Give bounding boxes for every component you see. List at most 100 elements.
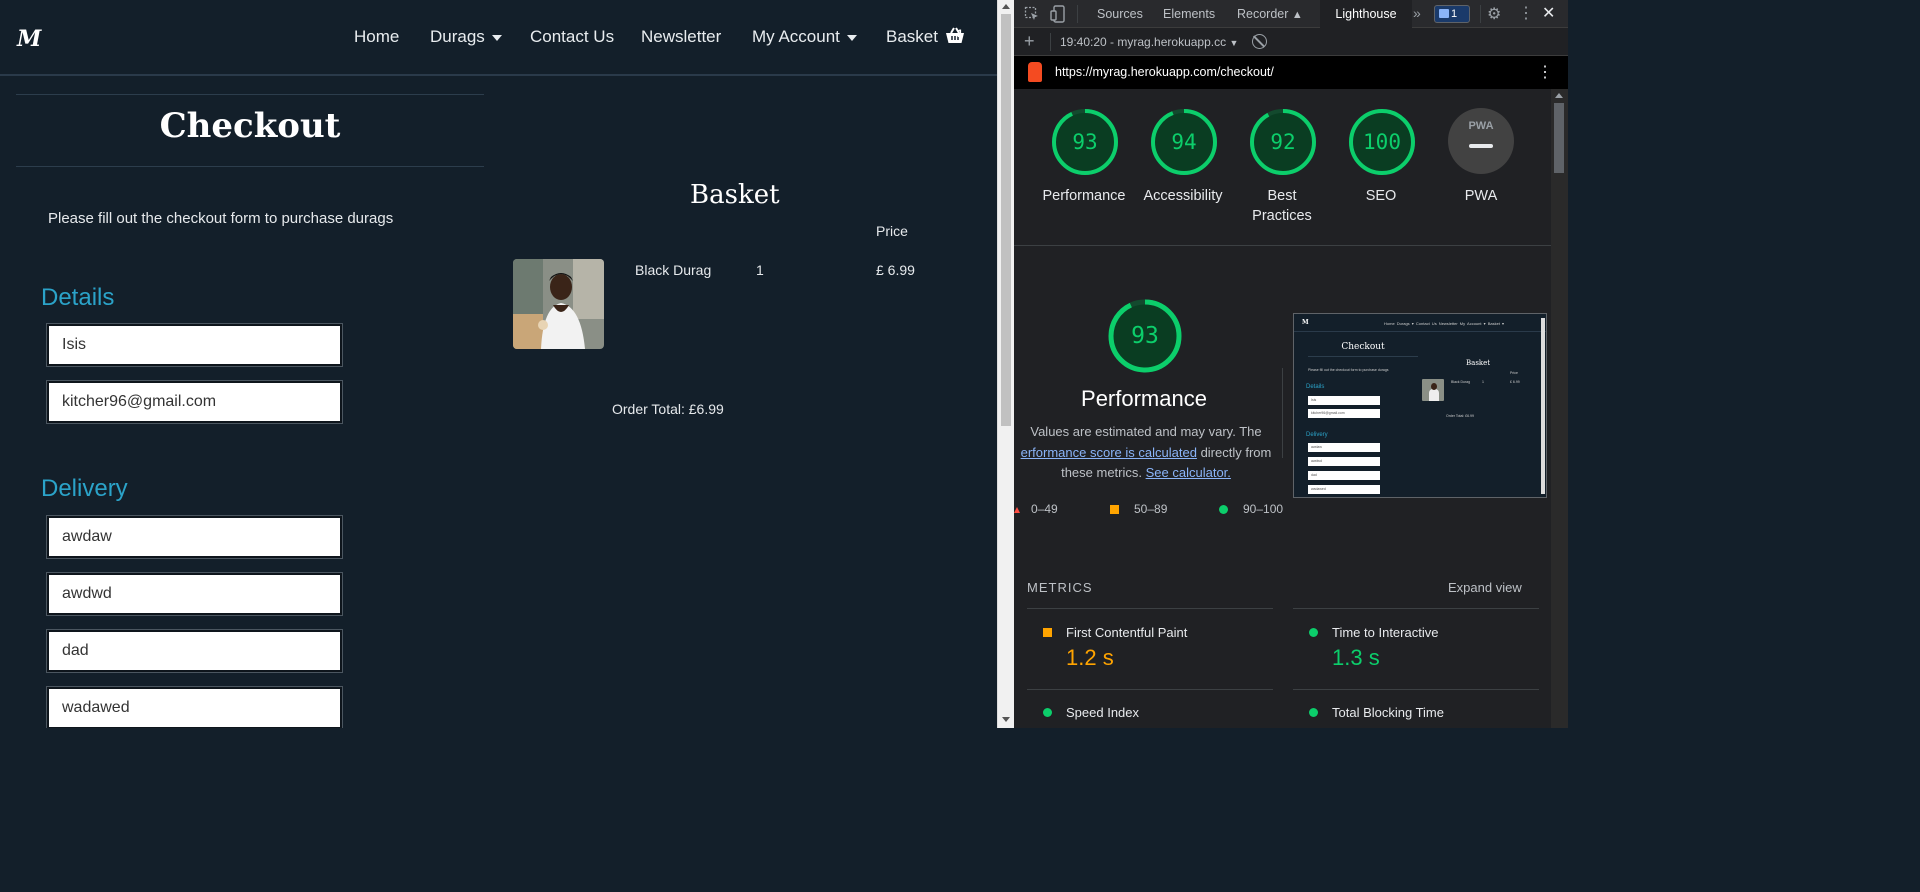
page-scrollbar[interactable] bbox=[997, 0, 1014, 728]
lighthouse-logo-icon bbox=[1028, 62, 1042, 82]
score-gauge[interactable]: 94 bbox=[1150, 108, 1218, 176]
gauge-score: 93 bbox=[1072, 130, 1098, 154]
thumbnail-field: Isis bbox=[1308, 396, 1380, 405]
divider bbox=[1293, 608, 1539, 609]
thumbnail-item-qty: 1 bbox=[1482, 380, 1484, 384]
gauge-label[interactable]: Performance bbox=[1034, 186, 1134, 206]
basket-item-qty: 1 bbox=[756, 262, 764, 278]
thumbnail-product-image bbox=[1422, 379, 1444, 401]
gauge-label[interactable]: Best Practices bbox=[1247, 186, 1317, 226]
tab-elements[interactable]: Elements bbox=[1163, 7, 1215, 21]
pass-circle-icon bbox=[1309, 708, 1318, 717]
delivery-heading: Delivery bbox=[41, 475, 128, 502]
delivery-field[interactable]: awdwd bbox=[47, 573, 342, 615]
nav-basket-label: Basket bbox=[886, 27, 938, 46]
message-icon bbox=[1439, 9, 1449, 18]
issues-count: 1 bbox=[1451, 8, 1458, 20]
thumbnail-title: Checkout bbox=[1341, 342, 1385, 352]
final-screenshot-thumbnail[interactable]: M Home Durags ▾ Contact Us Newsletter My… bbox=[1293, 313, 1547, 498]
legend-fail: 0–49 bbox=[1031, 502, 1058, 516]
nav-home[interactable]: Home bbox=[354, 27, 399, 47]
site-logo[interactable]: M bbox=[17, 26, 41, 52]
order-total: Order Total: £6.99 bbox=[612, 401, 724, 417]
thumbnail-navbar: M Home Durags ▾ Contact Us Newsletter My… bbox=[1294, 314, 1546, 332]
divider bbox=[16, 94, 484, 95]
more-tabs-icon[interactable]: » bbox=[1413, 5, 1421, 21]
thumbnail-basket-heading: Basket bbox=[1466, 359, 1491, 367]
report-menu-icon[interactable]: ⋮ bbox=[1537, 62, 1553, 82]
metric-name-fcp: First Contentful Paint bbox=[1066, 625, 1188, 640]
metric-name-speed-index: Speed Index bbox=[1066, 705, 1140, 720]
delivery-field[interactable]: awdaw bbox=[47, 516, 342, 558]
nav-durags-dropdown[interactable]: Durags bbox=[430, 27, 502, 47]
thumbnail-delivery-heading: Delivery bbox=[1306, 432, 1328, 438]
scrollbar-thumb[interactable] bbox=[1001, 14, 1011, 426]
scrollbar-thumb[interactable] bbox=[1554, 103, 1564, 173]
nav-contact[interactable]: Contact Us bbox=[530, 27, 614, 47]
calculator-link[interactable]: See calculator. bbox=[1146, 465, 1231, 480]
dash-icon bbox=[1469, 144, 1493, 148]
gauge-score: 94 bbox=[1171, 130, 1197, 154]
email-field[interactable]: kitcher96@gmail.com bbox=[47, 381, 342, 423]
report-scrollbar[interactable] bbox=[1551, 89, 1568, 728]
divider bbox=[1282, 368, 1283, 458]
report-url: https://myrag.herokuapp.com/checkout/ bbox=[1055, 65, 1274, 79]
performance-title: Performance bbox=[1081, 386, 1207, 411]
gauge-label[interactable]: Accessibility bbox=[1133, 186, 1233, 206]
scroll-down-arrow-icon[interactable] bbox=[1002, 717, 1010, 722]
legend-average: 50–89 bbox=[1134, 502, 1168, 516]
divider bbox=[1077, 5, 1078, 23]
full-name-field[interactable]: Isis bbox=[47, 324, 342, 366]
chevron-down-icon bbox=[491, 34, 502, 41]
scroll-up-arrow-icon[interactable] bbox=[1555, 93, 1563, 98]
thumbnail-nav-links: Home Durags ▾ Contact Us Newsletter My A… bbox=[1384, 321, 1505, 326]
nav-basket[interactable]: Basket bbox=[886, 27, 965, 47]
pass-circle-icon bbox=[1043, 708, 1052, 717]
divider bbox=[1293, 689, 1539, 690]
divider bbox=[1308, 356, 1418, 357]
report-select[interactable]: 19:40:20 - myrag.herokuapp.cc ▼ bbox=[1060, 35, 1238, 49]
thumbnail-price-header: Price bbox=[1510, 371, 1518, 375]
new-report-icon[interactable]: + bbox=[1024, 31, 1035, 52]
gauge-score: 100 bbox=[1363, 130, 1401, 154]
thumbnail-field: dad bbox=[1308, 471, 1380, 480]
score-gauge[interactable]: 100 bbox=[1348, 108, 1416, 176]
thumbnail-item-name: Black Durag bbox=[1451, 380, 1471, 384]
thumbnail-field: awdaw bbox=[1308, 443, 1380, 452]
issues-badge[interactable]: 1 bbox=[1434, 5, 1470, 23]
lighthouse-toolbar: + 19:40:20 - myrag.herokuapp.cc ▼ bbox=[1014, 28, 1568, 56]
delivery-field[interactable]: dad bbox=[47, 630, 342, 672]
nav-account-dropdown[interactable]: My Account bbox=[752, 27, 857, 47]
clear-icon[interactable] bbox=[1252, 34, 1267, 49]
kebab-menu-icon[interactable]: ⋮ bbox=[1518, 3, 1534, 23]
divider bbox=[16, 166, 484, 167]
thumbnail-field: kitcher96@gmail.com bbox=[1308, 409, 1380, 418]
devtools-panel: Sources Elements Recorder ▲ Lighthouse »… bbox=[1014, 0, 1568, 728]
metric-name-tti: Time to Interactive bbox=[1332, 625, 1439, 640]
expand-view-toggle[interactable]: Expand view bbox=[1448, 580, 1522, 595]
score-gauge[interactable]: 92 bbox=[1249, 108, 1317, 176]
navbar: M Home Durags Contact Us Newsletter My A… bbox=[0, 0, 997, 76]
basket-count-badge: 1 bbox=[957, 28, 964, 40]
pwa-badge-icon[interactable]: PWA bbox=[1448, 108, 1514, 174]
nav-newsletter[interactable]: Newsletter bbox=[641, 27, 721, 47]
pwa-label[interactable]: PWA bbox=[1431, 186, 1531, 206]
tab-recorder[interactable]: Recorder ▲ bbox=[1237, 7, 1303, 21]
tab-sources[interactable]: Sources bbox=[1097, 7, 1143, 21]
metric-value-tti: 1.3 s bbox=[1332, 645, 1380, 670]
tab-lighthouse[interactable]: Lighthouse bbox=[1320, 0, 1412, 28]
close-icon[interactable]: ✕ bbox=[1542, 3, 1555, 23]
gear-icon[interactable]: ⚙ bbox=[1487, 4, 1501, 24]
average-square-icon bbox=[1043, 628, 1052, 637]
metric-value-fcp: 1.2 s bbox=[1066, 645, 1114, 670]
score-gauge[interactable]: 93 bbox=[1051, 108, 1119, 176]
inspect-element-icon[interactable] bbox=[1024, 6, 1040, 22]
delivery-field[interactable]: wadawed bbox=[47, 687, 342, 728]
thumbnail-field: awdwd bbox=[1308, 457, 1380, 466]
device-toolbar-icon[interactable] bbox=[1050, 5, 1066, 23]
gauge-label[interactable]: SEO bbox=[1331, 186, 1431, 206]
scroll-up-arrow-icon[interactable] bbox=[1002, 4, 1010, 9]
tab-recorder-label: Recorder bbox=[1237, 7, 1289, 21]
average-square-icon bbox=[1110, 505, 1119, 514]
score-calculation-link[interactable]: erformance score is calculated bbox=[1021, 445, 1197, 460]
